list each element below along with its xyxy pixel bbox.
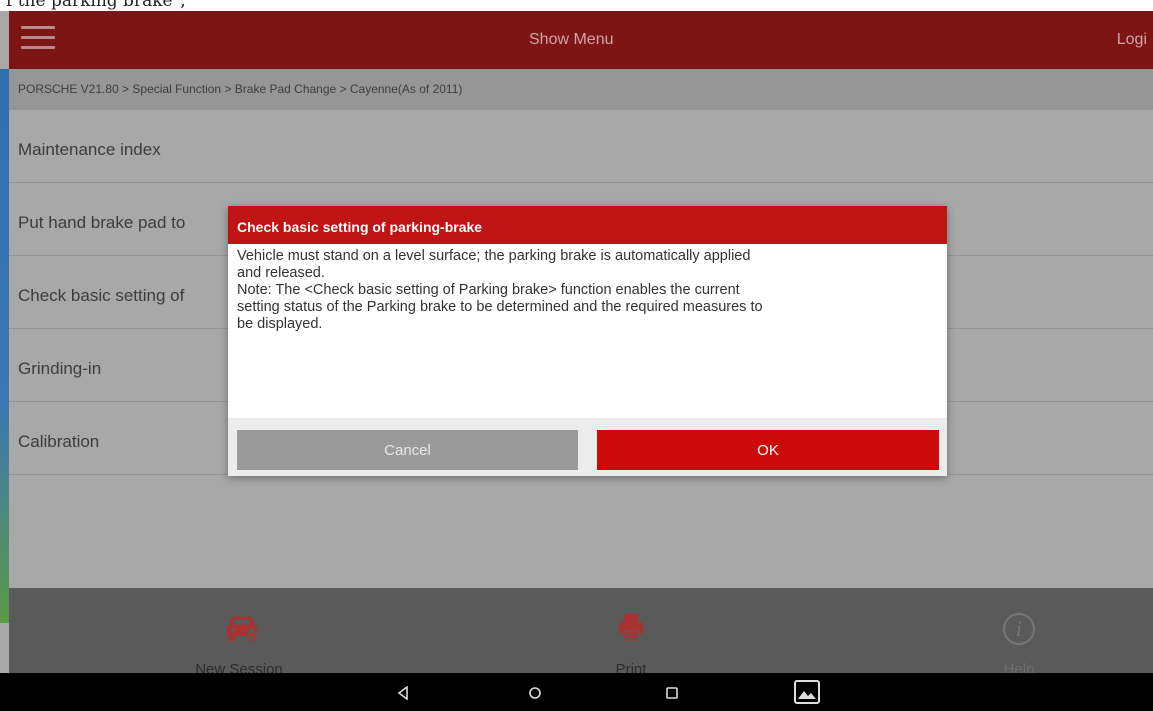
- print-button[interactable]: Print: [531, 588, 731, 684]
- car-icon: [227, 616, 258, 643]
- check-basic-setting-dialog: Check basic setting of parking-brake Veh…: [228, 206, 947, 476]
- dialog-footer: Cancel OK: [228, 418, 947, 476]
- breadcrumb: PORSCHE V21.80 > Special Function > Brak…: [9, 69, 1153, 110]
- home-icon[interactable]: [528, 686, 542, 700]
- hamburger-menu-icon[interactable]: [19, 23, 57, 53]
- list-item[interactable]: Maintenance index: [9, 110, 1153, 183]
- printer-icon: [619, 614, 643, 642]
- list-item-label: Check basic setting of: [18, 286, 185, 305]
- info-icon: i: [1003, 613, 1035, 645]
- list-item-label: Put hand brake pad to: [18, 213, 186, 232]
- gallery-icon[interactable]: [794, 680, 820, 704]
- bottom-nav: New Session Print i Help: [9, 588, 1153, 684]
- window-edge: [0, 69, 9, 623]
- list-item-label: Calibration: [18, 432, 100, 451]
- show-menu-title[interactable]: Show Menu: [529, 31, 614, 49]
- ok-button[interactable]: OK: [597, 430, 939, 470]
- dialog-body: Vehicle must stand on a level surface; t…: [237, 248, 937, 418]
- help-button[interactable]: i Help: [919, 588, 1119, 684]
- back-icon[interactable]: [396, 686, 410, 700]
- svg-text:i: i: [1016, 617, 1022, 641]
- dialog-header: Check basic setting of parking-brake: [228, 206, 947, 244]
- recents-icon[interactable]: [665, 686, 679, 700]
- list-item-label: Maintenance index: [18, 140, 161, 159]
- dialog-message: Vehicle must stand on a level surface; t…: [237, 248, 763, 332]
- new-session-button[interactable]: New Session: [139, 588, 339, 684]
- document-text-strip: f the parking brake",: [0, 0, 1153, 11]
- cancel-button[interactable]: Cancel: [237, 430, 578, 470]
- breadcrumb-text: PORSCHE V21.80 > Special Function > Brak…: [18, 82, 463, 96]
- login-link[interactable]: Logi: [1117, 31, 1147, 49]
- top-bar: Show Menu Logi: [9, 11, 1153, 69]
- system-nav-bar: [0, 673, 1153, 711]
- document-text: f the parking brake",: [6, 0, 186, 11]
- list-item-label: Grinding-in: [18, 359, 102, 378]
- dialog-title: Check basic setting of parking-brake: [237, 219, 483, 235]
